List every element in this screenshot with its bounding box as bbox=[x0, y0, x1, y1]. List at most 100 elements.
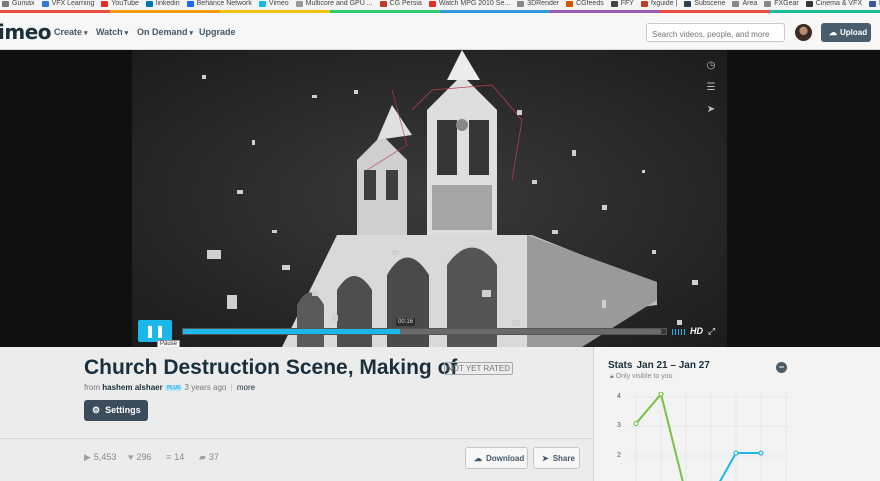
bookmark-item[interactable]: Subscene bbox=[682, 0, 730, 8]
bookmark-item[interactable]: CGfeeds bbox=[564, 0, 609, 8]
bookmark-item[interactable]: Facebook bbox=[867, 0, 880, 8]
progress-bar[interactable] bbox=[182, 328, 667, 335]
chevron-down-icon: ▾ bbox=[189, 30, 194, 37]
nav-watch[interactable]: Watch ▾ bbox=[96, 27, 128, 37]
bookmark-favicon-icon bbox=[428, 1, 436, 7]
bookmark-favicon-icon bbox=[2, 1, 9, 7]
upload-button[interactable]: ☁ Upload bbox=[821, 23, 871, 42]
nav-on-demand-label: On Demand bbox=[137, 27, 188, 37]
timecode: 00:16 bbox=[396, 318, 416, 326]
author-link[interactable]: hashem alshaer bbox=[102, 383, 162, 392]
upload-icon: ☁ bbox=[829, 28, 837, 37]
bookmark-favicon-icon bbox=[186, 1, 194, 7]
bookmark-item[interactable]: FFY bbox=[609, 0, 639, 8]
bookmark-item[interactable]: Vimeo bbox=[257, 0, 294, 8]
settings-button[interactable]: ⚙ Settings bbox=[84, 400, 148, 421]
bookmark-item[interactable]: linkedin bbox=[144, 0, 185, 8]
user-avatar[interactable] bbox=[795, 24, 812, 41]
bookmark-favicon-icon bbox=[101, 1, 109, 7]
bookmark-item[interactable]: YouTube bbox=[99, 0, 144, 8]
bookmark-item[interactable]: Behance Network bbox=[185, 0, 257, 8]
bookmark-item[interactable]: Multicore and GPU ... bbox=[294, 0, 378, 8]
download-button[interactable]: ☁ Download bbox=[465, 447, 528, 469]
settings-label: Settings bbox=[105, 405, 141, 415]
video-title: Church Destruction Scene, Making of bbox=[84, 356, 458, 379]
fullscreen-icon[interactable]: ⤢ bbox=[708, 326, 715, 337]
bookmark-label: Gumax bbox=[12, 0, 35, 7]
hd-toggle[interactable]: HD bbox=[690, 326, 703, 336]
collections-stat[interactable]: ≡ 14 bbox=[166, 452, 184, 462]
share-button[interactable]: ➤ Share bbox=[533, 447, 580, 469]
bookmark-label: fxguide | bbox=[650, 0, 678, 7]
share-paper-plane-icon[interactable]: ➤ bbox=[703, 102, 719, 118]
top-nav: imeo Create▾ Watch▾ On Demand▾ Upgrade ☁… bbox=[0, 13, 880, 50]
stats-range[interactable]: Jan 21 – Jan 27 bbox=[636, 360, 709, 371]
bookmark-label: Behance Network bbox=[196, 0, 252, 7]
bookmark-item[interactable]: CG Persia bbox=[378, 0, 427, 8]
bookmark-favicon-icon bbox=[869, 1, 877, 7]
bookmark-label: FFY bbox=[620, 0, 634, 7]
y-tick-label: 4 bbox=[617, 393, 621, 400]
bookmark-favicon-icon bbox=[379, 1, 387, 7]
byline-separator: | bbox=[230, 383, 233, 392]
bookmark-label: Area bbox=[742, 0, 758, 7]
bookmark-favicon-icon bbox=[640, 1, 648, 7]
bookmark-favicon-icon bbox=[732, 1, 740, 7]
y-tick-label: 2 bbox=[617, 452, 621, 459]
stats-line-chart bbox=[630, 392, 790, 481]
collections-icon[interactable]: ☰ bbox=[703, 80, 719, 96]
pause-button[interactable]: ❚❚ bbox=[138, 320, 172, 342]
comments-stat[interactable]: ▰ 37 bbox=[199, 452, 219, 463]
download-label: Download bbox=[486, 454, 525, 463]
bookmarks-bar: Gumax VFX Learning YouTube linkedin Behance … bbox=[0, 0, 880, 10]
vimeo-logo[interactable]: imeo bbox=[0, 20, 52, 44]
bookmark-favicon-icon bbox=[805, 1, 813, 7]
stats-visibility-label: Only visible to you bbox=[615, 373, 673, 380]
plus-badge: PLUS bbox=[164, 385, 183, 391]
bookmark-item[interactable]: Watch MPG 2010 Se... bbox=[427, 0, 515, 8]
bookmark-item[interactable]: VFX Learning bbox=[40, 0, 100, 8]
bookmark-favicon-icon bbox=[258, 1, 266, 7]
data-point[interactable] bbox=[633, 420, 639, 427]
collapse-stats-button[interactable]: − bbox=[776, 362, 787, 373]
bookmark-item[interactable]: Gumax bbox=[0, 0, 40, 8]
video-frame[interactable] bbox=[132, 50, 727, 347]
player-side-icons: ◷ ☰ ➤ bbox=[703, 58, 719, 124]
comment-icon: ▰ bbox=[199, 452, 206, 462]
watch-later-icon[interactable]: ◷ bbox=[703, 58, 719, 74]
bookmark-item[interactable]: 3DRender bbox=[515, 0, 564, 8]
data-point[interactable] bbox=[733, 450, 739, 456]
data-point[interactable] bbox=[758, 450, 764, 456]
rating-badge[interactable]: NOT YET RATED bbox=[444, 362, 513, 375]
volume-icon[interactable] bbox=[672, 329, 686, 335]
likes-stat[interactable]: ♥ 296 bbox=[128, 452, 151, 462]
bookmark-label: Cinema & VFX bbox=[815, 0, 863, 7]
bookmark-item[interactable]: FXGear bbox=[762, 0, 804, 8]
bookmark-label: Vimeo bbox=[268, 0, 289, 7]
nav-upgrade-label: Upgrade bbox=[199, 27, 236, 37]
download-icon: ☁ bbox=[474, 454, 482, 463]
share-paper-plane-icon: ➤ bbox=[542, 454, 549, 463]
bookmark-favicon-icon bbox=[145, 1, 153, 7]
gear-icon: ⚙ bbox=[92, 405, 101, 415]
nav-on-demand[interactable]: On Demand ▾ bbox=[137, 27, 193, 37]
bookmark-item[interactable]: Area bbox=[730, 0, 762, 8]
nav-create[interactable]: Create ▾ bbox=[54, 27, 88, 37]
bookmark-label: linkedin bbox=[155, 0, 180, 7]
nav-watch-label: Watch bbox=[96, 27, 123, 37]
bookmark-favicon-icon bbox=[566, 1, 574, 7]
bookmark-label: 3DRender bbox=[527, 0, 560, 7]
bookmark-label: FXGear bbox=[774, 0, 799, 7]
bookmark-item[interactable]: Cinema & VFX bbox=[804, 0, 867, 8]
likes-count: 296 bbox=[136, 452, 152, 462]
share-label: Share bbox=[552, 454, 575, 463]
nav-upgrade[interactable]: Upgrade bbox=[199, 27, 236, 37]
search-input[interactable] bbox=[646, 23, 785, 42]
bookmark-item[interactable]: fxguide | bbox=[639, 0, 682, 8]
stats-visibility: 🔒︎ Only visible to you bbox=[610, 373, 673, 381]
upload-age: 3 years ago bbox=[184, 383, 227, 392]
data-point[interactable] bbox=[658, 392, 664, 397]
nav-create-label: Create bbox=[54, 27, 83, 37]
play-icon: ▶ bbox=[84, 452, 91, 462]
more-link[interactable]: more bbox=[237, 383, 255, 392]
